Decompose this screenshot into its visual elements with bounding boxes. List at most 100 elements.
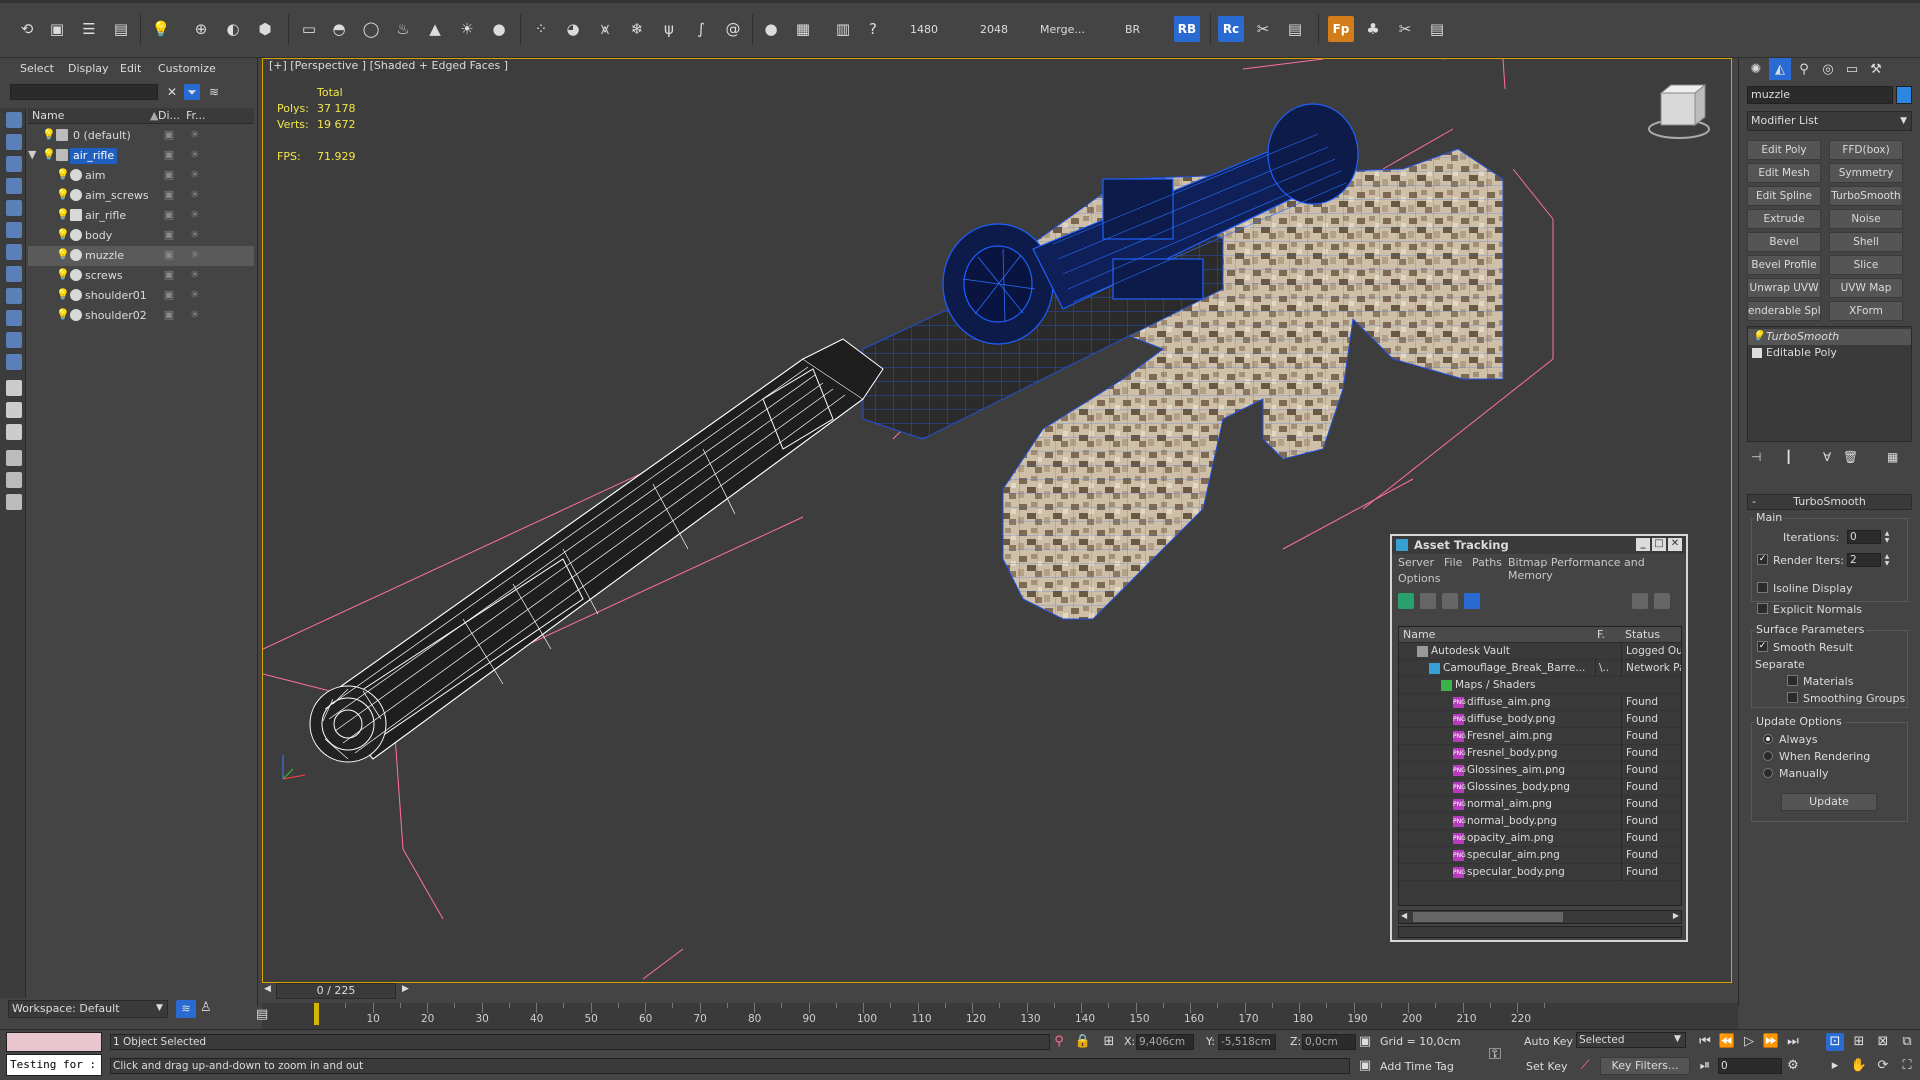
z-coordinate-field[interactable]: 0,0cm xyxy=(1302,1034,1356,1050)
go-to-end-icon[interactable]: ⏭ xyxy=(1784,1033,1802,1051)
asset-row[interactable]: Autodesk Vault Logged Out ( xyxy=(1399,643,1681,660)
stack-item-turbosmooth[interactable]: 💡 TurboSmooth xyxy=(1748,329,1911,345)
previous-key-icon[interactable]: ⏪ xyxy=(1718,1033,1736,1051)
set-key-button[interactable]: Set Key xyxy=(1526,1060,1568,1073)
br-button[interactable]: BR xyxy=(1125,23,1140,36)
explicit-normals-checkbox[interactable] xyxy=(1757,603,1768,614)
undo-icon[interactable]: ⟲ xyxy=(14,16,40,42)
column-name[interactable]: Name xyxy=(32,109,64,122)
maxscript-listener-output[interactable] xyxy=(6,1032,102,1052)
light-bulb-icon[interactable]: 💡 xyxy=(56,169,70,181)
display-toggle-icon[interactable]: ▣ xyxy=(162,228,176,242)
zoom-all-icon[interactable]: ⊞ xyxy=(1850,1033,1868,1051)
render-width-value[interactable]: 1480 xyxy=(910,23,938,36)
when-rendering-radio[interactable] xyxy=(1763,751,1773,761)
utilities-tab-icon[interactable]: ⚒ xyxy=(1865,58,1887,80)
modify-tab-icon[interactable]: ◭ xyxy=(1769,58,1791,80)
fur-icon[interactable]: ⩙ xyxy=(592,16,618,42)
light-bulb-icon[interactable]: 💡 xyxy=(56,309,70,321)
merge-button[interactable]: Merge... xyxy=(1040,23,1085,36)
key-selection-dropdown[interactable]: Selected xyxy=(1576,1032,1686,1048)
asset-horizontal-scrollbar[interactable]: ◀ ▶ xyxy=(1398,910,1682,924)
maxscript-listener-input[interactable]: Testing for : xyxy=(6,1054,102,1076)
explorer-menu-display[interactable]: Display xyxy=(68,62,109,75)
modifier-button[interactable]: Bevel xyxy=(1747,232,1821,252)
display-containers-icon[interactable] xyxy=(6,354,22,370)
create-tab-icon[interactable]: ✺ xyxy=(1745,58,1767,80)
modifier-button[interactable]: Symmetry xyxy=(1829,163,1903,183)
light-icon[interactable]: 💡 xyxy=(148,16,174,42)
tree-row-shoulder01[interactable]: 💡 shoulder01 ▣ ✳ xyxy=(28,286,254,306)
go-to-start-icon[interactable]: ⏮ xyxy=(1696,1033,1714,1051)
modifier-button[interactable]: Noise xyxy=(1829,209,1903,229)
rb-button[interactable]: RB xyxy=(1174,16,1200,42)
display-bones-icon[interactable] xyxy=(6,310,22,326)
default-tangent-icon[interactable]: ⟋ xyxy=(1576,1057,1594,1075)
layer-manager-icon[interactable]: ☰ xyxy=(76,16,102,42)
pin-stack-icon[interactable]: ⊣ xyxy=(1751,450,1761,464)
particle-icon[interactable]: ⁘ xyxy=(528,16,554,42)
zoom-extents-icon[interactable]: ⊡ xyxy=(1826,1033,1844,1051)
isoline-display-checkbox[interactable] xyxy=(1757,582,1768,593)
layer-tools-icon[interactable]: ≋ xyxy=(206,84,222,100)
tree-row-aim-screws[interactable]: 💡 aim_screws ▣ ✳ xyxy=(28,186,254,206)
asset-row[interactable]: PNG specular_aim.png Found xyxy=(1399,847,1681,864)
modifier-button[interactable]: Unwrap UVW xyxy=(1747,278,1821,298)
sphere-icon[interactable]: ◯ xyxy=(358,16,384,42)
light-bulb-icon[interactable]: 💡 xyxy=(42,129,56,141)
modifier-button[interactable]: TurboSmooth xyxy=(1829,186,1903,206)
rotate-view-icon[interactable]: ◐ xyxy=(220,16,246,42)
viewport-label[interactable]: [+] [Perspective ] [Shaded + Edged Faces… xyxy=(269,59,508,72)
snowflake-icon[interactable]: ❄ xyxy=(624,16,650,42)
asset-row[interactable]: PNG diffuse_body.png Found xyxy=(1399,711,1681,728)
freeze-toggle-icon[interactable]: ✳ xyxy=(188,168,202,182)
display-toggle-icon[interactable]: ▣ xyxy=(162,148,176,162)
asset-row[interactable]: PNG Glossines_aim.png Found xyxy=(1399,762,1681,779)
lock-cell-icon[interactable] xyxy=(6,494,22,510)
explorer-menu-select[interactable]: Select xyxy=(20,62,54,75)
render-sphere-icon[interactable]: ● xyxy=(758,16,784,42)
stack-item-editable-poly[interactable]: Editable Poly xyxy=(1748,345,1911,361)
explorer-menu-edit[interactable]: Edit xyxy=(120,62,141,75)
asset-row[interactable]: PNG Glossines_body.png Found xyxy=(1399,779,1681,796)
time-config-icon[interactable]: ⚙ xyxy=(1784,1057,1802,1075)
asset-row[interactable]: PNG normal_aim.png Found xyxy=(1399,796,1681,813)
smoothing-groups-checkbox[interactable] xyxy=(1787,692,1798,703)
modifier-button[interactable]: FFD(box) xyxy=(1829,140,1903,160)
modifier-button[interactable]: Shell xyxy=(1829,232,1903,252)
motion-tab-icon[interactable]: ◎ xyxy=(1817,58,1839,80)
prev-frame-icon[interactable]: ◀ xyxy=(264,984,271,994)
key-icon[interactable]: ⚿ xyxy=(1486,1045,1504,1063)
modifier-list-dropdown[interactable]: Modifier List ▼ xyxy=(1747,111,1912,131)
tree-view-icon[interactable] xyxy=(1442,593,1458,609)
modifier-button[interactable]: Edit Mesh xyxy=(1747,163,1821,183)
modifier-button[interactable]: UVW Map xyxy=(1829,278,1903,298)
viewcube[interactable] xyxy=(1648,83,1710,139)
modifier-button[interactable]: Extrude xyxy=(1747,209,1821,229)
asset-row[interactable]: PNG opacity_aim.png Found xyxy=(1399,830,1681,847)
light-bulb-icon[interactable]: 💡 xyxy=(56,249,70,261)
display-toggle-icon[interactable]: ▣ xyxy=(162,288,176,302)
smooth-result-checkbox[interactable]: ✓ xyxy=(1757,641,1768,652)
tools-icon[interactable]: ✂ xyxy=(1250,16,1276,42)
display-cameras-icon[interactable] xyxy=(6,200,22,216)
forest-tools-icon[interactable]: ✂ xyxy=(1392,16,1418,42)
freeze-toggle-icon[interactable]: ✳ xyxy=(188,188,202,202)
column-name[interactable]: Name xyxy=(1403,628,1435,641)
tree-row-aim[interactable]: 💡 aim ▣ ✳ xyxy=(28,166,254,186)
modifier-button[interactable]: enderable Splin xyxy=(1747,301,1821,321)
rc-button[interactable]: Rc xyxy=(1218,16,1244,42)
list-view-icon[interactable] xyxy=(1420,593,1436,609)
light-bulb-icon[interactable]: 💡 xyxy=(56,289,70,301)
asset-menu-file[interactable]: File xyxy=(1444,556,1462,569)
orbit-icon[interactable]: ⟳ xyxy=(1874,1057,1892,1075)
freeze-toggle-icon[interactable]: ✳ xyxy=(188,308,202,322)
display-shapes-icon[interactable] xyxy=(6,156,22,172)
track-bar[interactable]: ▤ 10 20 30 40 50 60 70 80 90 100 110 120 130 140 150 16… xyxy=(256,1003,1738,1029)
time-tag-icon[interactable]: ▣ xyxy=(1356,1057,1374,1075)
shell-icon[interactable]: @ xyxy=(720,16,746,42)
asset-help-icon[interactable] xyxy=(1654,593,1670,609)
light-bulb-icon[interactable]: 💡 xyxy=(42,149,56,161)
display-toggle-icon[interactable]: ▣ xyxy=(162,168,176,182)
highlight-editor-icon[interactable] xyxy=(1632,593,1648,609)
